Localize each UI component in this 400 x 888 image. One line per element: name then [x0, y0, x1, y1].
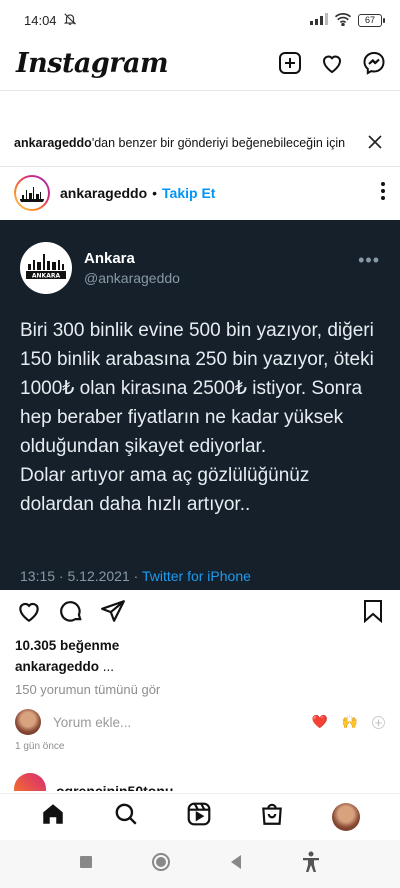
accessibility-icon[interactable]: [301, 851, 321, 878]
back-icon[interactable]: [229, 854, 243, 875]
heart-emoji-button[interactable]: ❤️: [312, 714, 328, 730]
post-avatar[interactable]: [14, 175, 50, 211]
comment-icon[interactable]: [58, 598, 84, 629]
suggestion-username[interactable]: ankarageddo: [14, 136, 92, 150]
tweet-paragraph: Dolar artıyor ama aç gözlülüğünüz dolard…: [20, 465, 310, 515]
post-timestamp: 1 gün önce: [15, 741, 65, 752]
skyline-logo-icon: [20, 187, 44, 202]
home-icon[interactable]: [40, 801, 66, 832]
tweet-meta: 13:15 · 5.12.2021 · Twitter for iPhone: [20, 568, 251, 584]
raised-hands-emoji-button[interactable]: 🙌: [342, 714, 358, 730]
caption: ankarageddo ...: [15, 659, 115, 674]
tweet-source: Twitter for iPhone: [141, 568, 251, 584]
like-icon[interactable]: [16, 598, 42, 629]
next-post-header: ogrencinin50tonu: [14, 773, 386, 791]
heart-icon[interactable]: [320, 51, 344, 75]
svg-text:ANKARA: ANKARA: [32, 273, 61, 280]
add-emoji-icon[interactable]: +: [372, 715, 385, 729]
clock: 14:04: [24, 12, 57, 28]
bottom-nav: [0, 793, 400, 839]
follow-button[interactable]: Takip Et: [162, 185, 215, 201]
messenger-icon[interactable]: [362, 51, 386, 75]
likes-count[interactable]: 10.305 beğenme: [15, 638, 119, 653]
more-options-icon[interactable]: [380, 181, 386, 206]
header-divider: [0, 90, 400, 91]
separator: •: [152, 185, 158, 201]
own-avatar: [15, 709, 41, 735]
app-header: Instagram: [0, 40, 400, 86]
ankara-skyline-logo-icon: ANKARA: [26, 254, 66, 280]
recent-apps-icon[interactable]: [79, 855, 93, 874]
muted-bell-icon: [63, 12, 77, 29]
caption-username[interactable]: ankarageddo: [15, 659, 99, 674]
reels-icon[interactable]: [186, 801, 212, 832]
shop-icon[interactable]: [259, 801, 285, 832]
next-post-username[interactable]: ogrencinin50tonu: [56, 783, 173, 791]
signal-icon: [310, 12, 328, 28]
comment-input[interactable]: Yorum ekle...: [53, 715, 131, 730]
wifi-icon: [334, 12, 352, 29]
tweet-display-name: Ankara: [84, 250, 135, 267]
share-icon[interactable]: [100, 598, 126, 629]
tweet-more-icon: •••: [358, 250, 380, 270]
battery-icon: 67: [358, 13, 385, 27]
post-actions: [0, 596, 400, 630]
close-icon[interactable]: [368, 134, 382, 152]
tweet-avatar: ANKARA: [20, 242, 72, 294]
next-post-avatar[interactable]: [14, 773, 46, 791]
post-username[interactable]: ankarageddo: [60, 185, 147, 201]
system-nav-bar: [0, 840, 400, 888]
post-image[interactable]: ANKARA Ankara @ankarageddo ••• Biri 300 …: [0, 220, 400, 590]
post-header: ankarageddo • Takip Et: [0, 173, 400, 213]
home-circle-icon[interactable]: [151, 852, 171, 877]
status-bar: 14:04 67: [0, 0, 400, 40]
tweet-paragraph: Biri 300 binlik evine 500 bin yazıyor, d…: [20, 320, 374, 457]
search-icon[interactable]: [113, 801, 139, 832]
tweet-handle: @ankarageddo: [84, 270, 180, 286]
new-post-icon[interactable]: [278, 51, 302, 75]
add-comment-row: Yorum ekle... ❤️ 🙌 +: [15, 707, 385, 737]
view-all-comments-link[interactable]: 150 yorumun tümünü gör: [15, 682, 160, 697]
suggestion-divider: [0, 166, 400, 167]
suggestion-text: ankarageddo'dan benzer bir gönderiyi beğ…: [14, 136, 346, 150]
suggestion-banner: ankarageddo'dan benzer bir gönderiyi beğ…: [0, 126, 400, 160]
instagram-logo[interactable]: Instagram: [16, 48, 169, 79]
tweet-text: Biri 300 binlik evine 500 bin yazıyor, d…: [20, 316, 388, 519]
bookmark-icon[interactable]: [362, 599, 384, 628]
profile-avatar[interactable]: [332, 802, 361, 831]
